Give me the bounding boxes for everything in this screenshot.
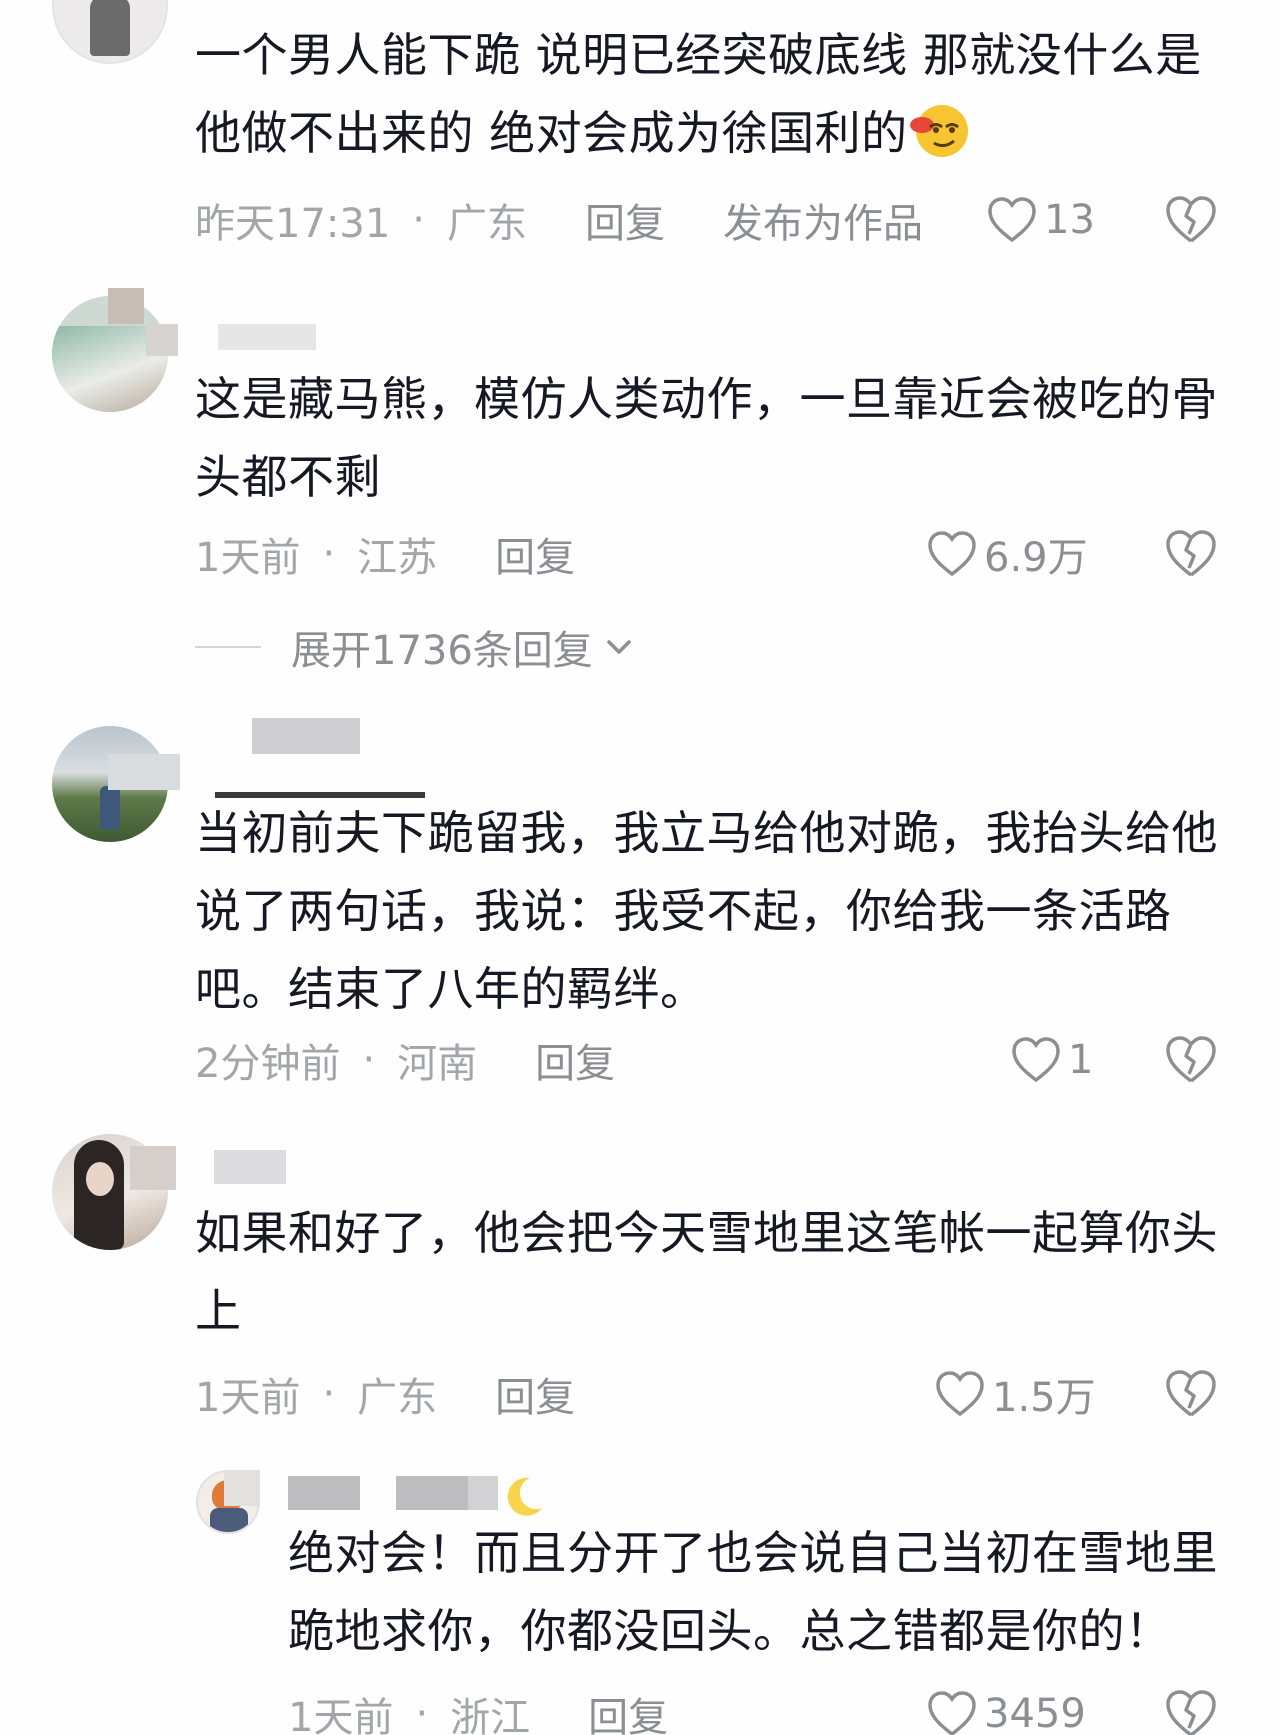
reply-button[interactable]: 回复 xyxy=(495,525,575,583)
meta-dot: · xyxy=(322,531,336,577)
reply-location: 浙江 xyxy=(450,1695,531,1735)
like-count: 1 xyxy=(1068,1037,1094,1083)
expand-replies-label: 展开1736条回复 xyxy=(291,628,593,674)
username-blurred xyxy=(146,324,178,356)
like-button[interactable]: 6.9万 xyxy=(926,524,1088,584)
like-button[interactable]: 13 xyxy=(986,190,1095,250)
comment-location: 河南 xyxy=(397,1041,478,1087)
reply-button[interactable]: 回复 xyxy=(585,191,665,249)
username-blurred xyxy=(468,1476,498,1510)
like-button[interactable]: 1 xyxy=(1010,1030,1093,1090)
reply-time: 1天前 xyxy=(288,1695,394,1735)
heart-icon xyxy=(988,197,1036,243)
comment-location: 江苏 xyxy=(357,535,438,581)
username-blurred xyxy=(396,1476,468,1510)
comment-text: 这是藏马熊，模仿人类动作，一旦靠近会被吃的骨头都不剩 xyxy=(195,372,1218,504)
like-count: 1.5万 xyxy=(992,1375,1096,1421)
broken-heart-icon[interactable] xyxy=(1164,1368,1218,1420)
meta-dot: · xyxy=(362,1037,376,1083)
reply-button[interactable]: 回复 xyxy=(535,1031,615,1089)
heart-icon xyxy=(936,1371,984,1417)
meta-dot: · xyxy=(322,1371,336,1417)
expand-replies-button[interactable]: 展开1736条回复 xyxy=(195,622,637,674)
crescent-moon-emoji xyxy=(507,1477,542,1516)
comment-meta: 2分钟前 · 河南 回复 xyxy=(195,1030,615,1090)
comment-location: 广东 xyxy=(357,1375,438,1421)
reply-text: 绝对会！而且分开了也会说自己当初在雪地里跪地求你，你都没回头。总之错都是你的！ xyxy=(288,1526,1218,1658)
username-blurred xyxy=(288,1476,360,1510)
username-blurred xyxy=(108,288,144,324)
comment-meta: 1天前 · 广东 回复 xyxy=(195,1364,575,1424)
broken-heart-icon[interactable] xyxy=(1164,194,1218,246)
divider-line xyxy=(195,646,261,648)
username-blurred xyxy=(252,718,360,754)
avatar[interactable] xyxy=(52,0,168,64)
comment-meta: 1天前 · 江苏 回复 xyxy=(195,524,575,584)
heart-icon xyxy=(928,1691,976,1735)
comment-text: 一个男人能下跪 说明已经突破底线 那就没什么是他做不出来的 绝对会成为徐国利的 xyxy=(195,28,1202,160)
broken-heart-icon[interactable] xyxy=(1164,1034,1218,1086)
like-button[interactable]: 3459 xyxy=(926,1684,1086,1735)
heart-icon xyxy=(928,531,976,577)
reply-button[interactable]: 回复 xyxy=(495,1365,575,1423)
heart-icon xyxy=(1012,1037,1060,1083)
comment-text: 当初前夫下跪留我，我立马给他对跪，我抬头给他说了两句话，我说：我受不起，你给我一… xyxy=(195,806,1218,1016)
username-blurred xyxy=(130,1146,176,1190)
comment-item: 这是藏马熊，模仿人类动作，一旦靠近会被吃的骨头都不剩 1天前 · 江苏 回复 6… xyxy=(0,270,1280,690)
meta-dot: · xyxy=(412,197,425,243)
comment-time: 昨天17:31 xyxy=(195,201,391,247)
like-count: 3459 xyxy=(984,1691,1086,1735)
broken-heart-icon[interactable] xyxy=(1164,528,1218,580)
like-count: 13 xyxy=(1044,197,1095,243)
reply-button[interactable]: 回复 xyxy=(588,1685,668,1735)
username-blurred xyxy=(214,1150,286,1184)
reply-meta: 1天前 · 浙江 回复 xyxy=(288,1684,668,1735)
comment-item: 当初前夫下跪留我，我立马给他对跪，我抬头给他说了两句话，我说：我受不起，你给我一… xyxy=(0,700,1280,1100)
smirk-face-emoji xyxy=(909,105,968,157)
broken-heart-icon[interactable] xyxy=(1164,1688,1218,1735)
reply-item: 绝对会！而且分开了也会说自己当初在雪地里跪地求你，你都没回头。总之错都是你的！ … xyxy=(0,1440,1280,1735)
username-blurred xyxy=(218,324,316,350)
comment-time: 1天前 xyxy=(195,1375,301,1421)
like-button[interactable]: 1.5万 xyxy=(934,1364,1096,1424)
comment-meta: 昨天17:31 · 广东 回复 发布为作品 xyxy=(195,190,923,250)
meta-dot: · xyxy=(415,1691,429,1735)
username-blurred xyxy=(224,1470,260,1506)
comment-time: 2分钟前 xyxy=(195,1041,341,1087)
comment-text: 如果和好了，他会把今天雪地里这笔帐一起算你头上 xyxy=(195,1206,1218,1338)
like-count: 6.9万 xyxy=(984,535,1088,581)
comment-time: 1天前 xyxy=(195,535,301,581)
chevron-down-icon xyxy=(607,640,631,654)
comment-item: 如果和好了，他会把今天雪地里这笔帐一起算你头上 1天前 · 广东 回复 1.5万 xyxy=(0,1110,1280,1430)
comment-location: 广东 xyxy=(447,201,527,247)
username-blurred xyxy=(108,754,180,790)
publish-as-work-button[interactable]: 发布为作品 xyxy=(723,191,923,249)
comment-item: 一个男人能下跪 说明已经突破底线 那就没什么是他做不出来的 绝对会成为徐国利的 … xyxy=(0,0,1280,260)
